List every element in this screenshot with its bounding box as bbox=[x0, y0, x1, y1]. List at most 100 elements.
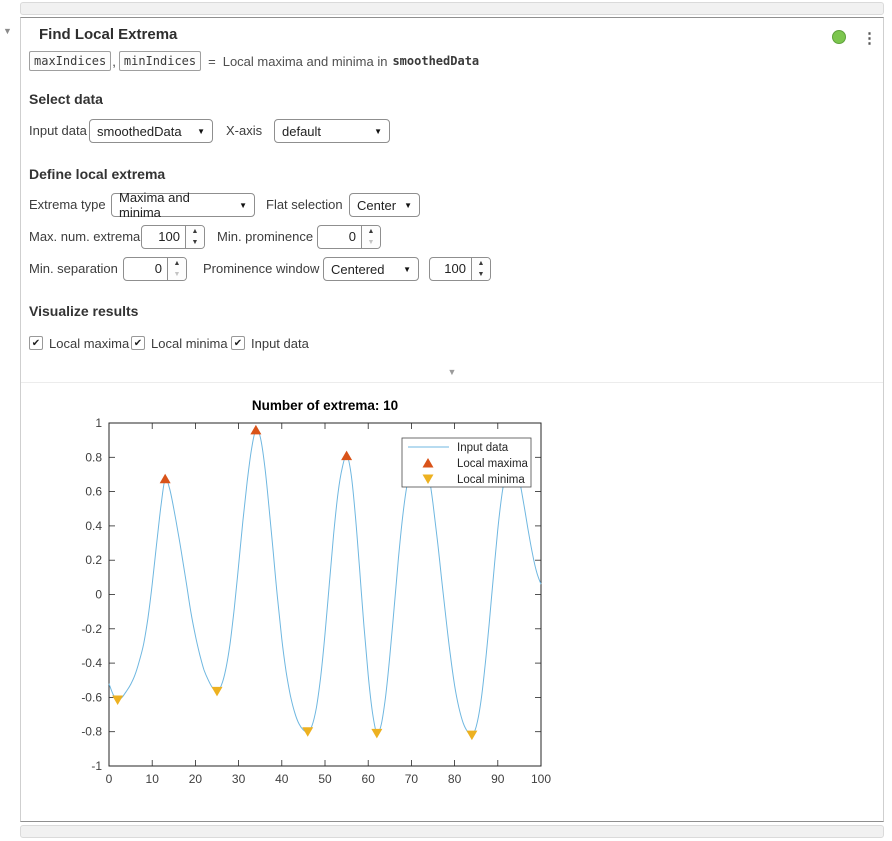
y-tick-label: 0.8 bbox=[85, 450, 102, 464]
xaxis-dropdown[interactable]: default ▼ bbox=[274, 119, 390, 143]
x-tick-label: 50 bbox=[318, 772, 332, 786]
check-icon: ✔ bbox=[32, 338, 40, 349]
chevron-down-icon: ▼ bbox=[404, 201, 412, 210]
chart-legend: Input data Local maxima Local minima bbox=[402, 438, 531, 487]
code-comma: , bbox=[112, 54, 116, 69]
x-tick-label: 90 bbox=[491, 772, 505, 786]
x-tick-label: 60 bbox=[362, 772, 376, 786]
check-icon: ✔ bbox=[134, 338, 142, 349]
find-local-extrema-task-panel: Find Local Extrema ⋮ maxIndices , minInd… bbox=[20, 17, 884, 822]
extrema-type-dropdown[interactable]: Maxima and minima ▼ bbox=[111, 193, 255, 217]
x-tick-label: 80 bbox=[448, 772, 462, 786]
x-tick-label: 0 bbox=[106, 772, 113, 786]
y-tick-label: 0.6 bbox=[85, 485, 102, 499]
max-num-extrema-value[interactable]: 100 bbox=[142, 226, 185, 248]
checkbox-input-data[interactable]: ✔ Input data bbox=[231, 335, 309, 351]
check-icon: ✔ bbox=[234, 338, 242, 349]
y-tick-label: -0.2 bbox=[81, 622, 102, 636]
checkbox-box: ✔ bbox=[131, 336, 145, 350]
xaxis-label: X-axis bbox=[226, 119, 262, 143]
y-tick-label: 0 bbox=[95, 588, 102, 602]
checkbox-box: ✔ bbox=[231, 336, 245, 350]
y-tick-label: 1 bbox=[95, 416, 102, 430]
x-tick-label: 100 bbox=[531, 772, 551, 786]
spinner-buttons: ▲ ▼ bbox=[471, 258, 490, 280]
decrement-button[interactable]: ▼ bbox=[186, 237, 204, 248]
min-separation-label: Min. separation bbox=[29, 257, 118, 281]
code-description: Local maxima and minima in bbox=[223, 54, 388, 69]
chart-title: Number of extrema: 10 bbox=[252, 398, 398, 413]
prominence-window-dropdown[interactable]: Centered ▼ bbox=[323, 257, 419, 281]
x-tick-label: 70 bbox=[405, 772, 419, 786]
spinner-buttons: ▲ ▼ bbox=[361, 226, 380, 248]
chevron-down-icon: ▼ bbox=[403, 265, 411, 274]
min-separation-spinner: 0 ▲ ▼ bbox=[123, 257, 187, 281]
chevron-down-icon: ▼ bbox=[239, 201, 247, 210]
output-variable-maxindices[interactable]: maxIndices bbox=[29, 51, 111, 71]
min-prominence-value[interactable]: 0 bbox=[318, 226, 361, 248]
task-collapse-caret-icon[interactable]: ▼ bbox=[3, 26, 12, 36]
local-minima-marker bbox=[371, 729, 382, 739]
legend-label: Local minima bbox=[457, 474, 525, 486]
chevron-down-icon: ▼ bbox=[197, 127, 205, 136]
local-maxima-marker bbox=[341, 451, 352, 461]
collapsed-section-strip-bottom[interactable] bbox=[20, 825, 884, 838]
task-code-summary: maxIndices , minIndices = Local maxima a… bbox=[29, 49, 479, 73]
output-variable-minindices[interactable]: minIndices bbox=[119, 51, 201, 71]
increment-button[interactable]: ▲ bbox=[168, 258, 186, 269]
live-editor-page: { "icons": { "caret_down": "▼", "spin_up… bbox=[0, 0, 892, 841]
prominence-window-value[interactable]: 100 bbox=[430, 258, 471, 280]
min-separation-value[interactable]: 0 bbox=[124, 258, 167, 280]
local-minima-marker bbox=[112, 695, 123, 705]
checkbox-local-maxima[interactable]: ✔ Local maxima bbox=[29, 335, 129, 351]
checkbox-local-minima[interactable]: ✔ Local minima bbox=[131, 335, 228, 351]
input-data-dropdown[interactable]: smoothedData ▼ bbox=[89, 119, 213, 143]
y-tick-label: 0.2 bbox=[85, 553, 102, 567]
flat-selection-label: Flat selection bbox=[266, 193, 343, 217]
max-num-extrema-spinner: 100 ▲ ▼ bbox=[141, 225, 205, 249]
y-tick-label: -0.4 bbox=[81, 656, 102, 670]
x-tick-label: 20 bbox=[189, 772, 203, 786]
local-minima-marker bbox=[212, 687, 223, 697]
task-menu-icon[interactable]: ⋮ bbox=[862, 29, 874, 47]
decrement-button[interactable]: ▼ bbox=[472, 269, 490, 280]
flat-selection-dropdown-value: Center bbox=[357, 198, 396, 213]
min-prominence-spinner: 0 ▲ ▼ bbox=[317, 225, 381, 249]
max-num-extrema-label: Max. num. extrema bbox=[29, 225, 140, 249]
min-prominence-label: Min. prominence bbox=[217, 225, 313, 249]
extrema-type-dropdown-value: Maxima and minima bbox=[119, 190, 231, 220]
prominence-window-spinner: 100 ▲ ▼ bbox=[429, 257, 491, 281]
legend-label: Input data bbox=[457, 442, 509, 454]
local-minima-marker bbox=[302, 727, 313, 737]
decrement-button[interactable]: ▼ bbox=[168, 269, 186, 280]
flat-selection-dropdown[interactable]: Center ▼ bbox=[349, 193, 420, 217]
checkbox-label: Local minima bbox=[151, 336, 228, 351]
task-title: Find Local Extrema bbox=[39, 26, 177, 43]
decrement-button[interactable]: ▼ bbox=[362, 237, 380, 248]
y-tick-label: 0.4 bbox=[85, 519, 102, 533]
output-collapse-caret-icon[interactable]: ▼ bbox=[21, 367, 883, 377]
prominence-window-dropdown-value: Centered bbox=[331, 262, 384, 277]
code-input-variable: smoothedData bbox=[392, 54, 479, 68]
x-tick-label: 40 bbox=[275, 772, 289, 786]
increment-button[interactable]: ▲ bbox=[362, 226, 380, 237]
figure-canvas[interactable]: Number of extrema: 100102030405060708090… bbox=[21, 393, 661, 805]
increment-button[interactable]: ▲ bbox=[472, 258, 490, 269]
spinner-buttons: ▲ ▼ bbox=[167, 258, 186, 280]
checkbox-label: Local maxima bbox=[49, 336, 129, 351]
heading-visualize-results: Visualize results bbox=[29, 303, 138, 319]
heading-select-data: Select data bbox=[29, 91, 103, 107]
xaxis-dropdown-value: default bbox=[282, 124, 321, 139]
y-tick-label: -0.8 bbox=[81, 725, 102, 739]
collapsed-section-strip-top[interactable] bbox=[20, 2, 884, 15]
local-minima-marker bbox=[466, 731, 477, 741]
input-data-dropdown-value: smoothedData bbox=[97, 124, 182, 139]
legend-label: Local maxima bbox=[457, 458, 529, 470]
increment-button[interactable]: ▲ bbox=[186, 226, 204, 237]
chevron-down-icon: ▼ bbox=[374, 127, 382, 136]
local-maxima-marker bbox=[250, 425, 261, 435]
local-maxima-marker bbox=[160, 474, 171, 484]
task-status-indicator bbox=[832, 30, 846, 44]
section-divider bbox=[21, 382, 883, 383]
y-tick-label: -0.6 bbox=[81, 690, 102, 704]
